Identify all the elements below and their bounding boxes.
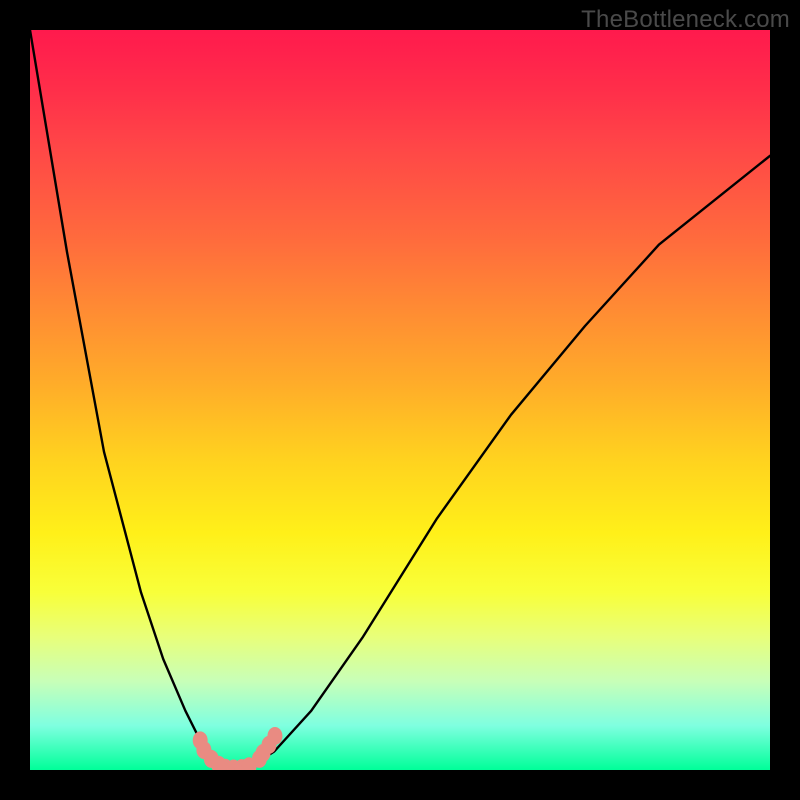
curve-line [30,30,770,769]
data-markers [193,727,283,770]
plot-area [30,30,770,770]
data-marker [267,727,282,745]
chart-frame: TheBottleneck.com [0,0,800,800]
watermark-text: TheBottleneck.com [581,6,790,34]
chart-svg [30,30,770,770]
